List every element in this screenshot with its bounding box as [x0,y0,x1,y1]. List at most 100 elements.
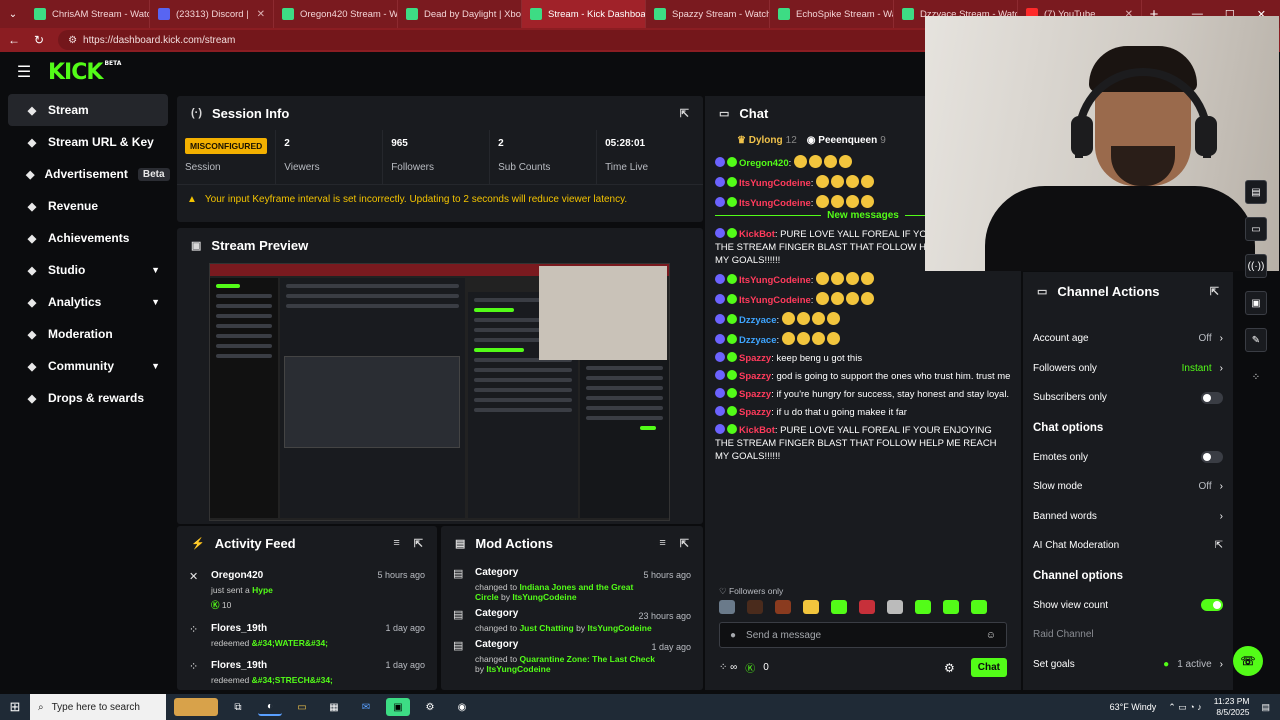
mail-icon[interactable]: ✉ [354,698,378,716]
gear-icon[interactable]: ⚙ [944,661,955,675]
edge-browser-icon[interactable]: ◐ [258,698,282,716]
stream-preview-video[interactable] [209,263,670,521]
sidebar-item-achievements[interactable]: ◆ Achievements [8,222,168,254]
browser-tab[interactable]: EchoSpike Stream - Wa✕ [770,0,894,28]
chat-send-button[interactable]: Chat [970,658,1007,677]
chat-username[interactable]: Spazzy [739,371,771,382]
sidebar-item-revenue[interactable]: ◆ Revenue [8,190,168,222]
sidebar-item-stream[interactable]: ◆ Stream [8,94,168,126]
emote[interactable] [887,600,903,614]
taskbar-search[interactable]: ⌕ Type here to search [30,694,166,720]
toggle-switch[interactable] [1201,451,1223,464]
chat-message[interactable]: Spazzy: god is going to support the ones… [715,370,1011,383]
activity-user[interactable]: Oregon420 [211,570,273,581]
emote[interactable] [775,600,791,614]
broadcast-icon[interactable]: ((·)) [1245,254,1267,278]
gifter-2[interactable]: ◉ Peeenqueen 9 [807,135,886,146]
chevron-right-icon[interactable]: › [1220,481,1223,492]
url-field[interactable]: ⚙ https://dashboard.kick.com/stream [58,30,939,50]
activity-item[interactable]: ⁘ Flores_19th redeemed &#34;WATER&#34; 1 da… [189,617,425,654]
mod-action-item[interactable]: ▤ Category changed to Quarantine Zone: The… [453,636,691,677]
chat-message[interactable]: Dzzyace: [715,332,1011,347]
popout-icon[interactable]: ⇱ [414,537,423,550]
mod-action-item[interactable]: ▤ Category changed to Indiana Jones and th… [453,564,691,605]
chat-settings-icon[interactable]: ● [730,630,736,641]
chevron-right-icon[interactable]: › [1220,511,1223,522]
back-arrow-icon[interactable]: ← [8,33,20,47]
chevron-down-icon[interactable]: ▼ [151,265,160,275]
activity-user[interactable]: Flores_19th [211,623,328,634]
chevron-right-icon[interactable]: › [1220,333,1223,344]
sidebar-item-studio[interactable]: ◆ Studio ▼ [8,254,168,286]
chat-username[interactable]: ItsYungCodeine [739,178,811,189]
browser-tab[interactable]: (23313) Discord | ✕ [150,0,274,28]
chat-username[interactable]: Dzzyace [739,335,777,346]
tab-menu-chevron-icon[interactable]: ⌄ [0,9,26,20]
windows-start-icon[interactable]: ⊞ [0,699,30,715]
chevron-down-icon[interactable]: ▼ [151,361,160,371]
activity-user[interactable]: Flores_19th [211,660,333,671]
store-icon[interactable]: ▦ [322,698,346,716]
chat-username[interactable]: Spazzy [739,389,771,400]
external-link-icon[interactable]: ⇱ [1215,540,1223,551]
chevron-down-icon[interactable]: ▼ [151,297,160,307]
wrench-icon[interactable]: ✎ [1245,328,1267,352]
stream-preview-icon[interactable]: ▣ [1245,291,1267,315]
browser-tab[interactable]: ChrisAM Stream - Watc✕ [26,0,150,28]
settings-icon[interactable]: ⚙ [418,698,442,716]
setting-row-set-goals[interactable]: Set goals ● 1 active › [1023,650,1233,680]
chat-username[interactable]: Oregon420 [739,158,789,169]
tray-icons[interactable]: ⌃ ▭ ◔ ♪ [1168,702,1201,713]
chat-username[interactable]: KickBot [739,229,775,240]
setting-row-banned-words[interactable]: Banned words › [1023,502,1233,532]
emote[interactable] [803,600,819,614]
chat-username[interactable]: Dzzyace [739,315,777,326]
sidebar-item-advertisement[interactable]: ◆ Advertisement Beta [8,158,170,190]
setting-row-subscribers-only[interactable]: Subscribers only [1023,383,1233,413]
kick-logo[interactable]: KICK BETA [48,60,121,85]
notifications-icon[interactable]: ▤ [1261,702,1270,713]
filter-icon[interactable]: ≡ [393,537,399,550]
toggle-switch[interactable] [1201,599,1223,612]
setting-row-show-view-count[interactable]: Show view count [1023,591,1233,621]
emote[interactable] [859,600,875,614]
panel-toggle-icon[interactable]: ▤ [1245,180,1267,204]
community-icon[interactable]: ⁘ [1245,365,1267,389]
filter-icon[interactable]: ≡ [659,537,665,550]
chat-username[interactable]: ItsYungCodeine [739,198,811,209]
tab-close-icon[interactable]: ✕ [257,9,265,20]
browser-tab[interactable]: Dead by Daylight | Xbo✕ [398,0,522,28]
chat-message[interactable]: Spazzy: keep beng u got this [715,352,1011,365]
browser-tab[interactable]: Spazzy Stream - Watch✕ [646,0,770,28]
emoji-icon[interactable]: ☺ [986,630,996,641]
app-icon[interactable]: ▣ [386,698,410,716]
popout-icon[interactable]: ⇱ [680,107,689,120]
chevron-right-icon[interactable]: › [1220,659,1223,670]
chat-bubble-icon[interactable]: ▭ [1245,217,1267,241]
task-view-icon[interactable]: ⧉ [226,698,250,716]
browser-tab[interactable]: Stream - Kick Dashboa✕ [522,0,646,28]
support-chat-button[interactable]: ☏ [1233,646,1263,676]
chevron-right-icon[interactable]: › [1220,363,1223,374]
setting-row-ai-chat-moderation[interactable]: AI Chat Moderation ⇱ [1023,531,1233,561]
emote[interactable] [915,600,931,614]
sidebar-item-community[interactable]: ◆ Community ▼ [8,350,168,382]
browser-tab[interactable]: Oregon420 Stream - W✕ [274,0,398,28]
chat-username[interactable]: Spazzy [739,407,771,418]
emote[interactable] [971,600,987,614]
chat-username[interactable]: KickBot [739,425,775,436]
chat-message[interactable]: Spazzy: if you're hungry for success, st… [715,388,1011,401]
setting-row-emotes-only[interactable]: Emotes only [1023,443,1233,473]
hamburger-menu-icon[interactable]: ☰ [0,62,48,82]
chat-message[interactable]: ItsYungCodeine: [715,292,1011,307]
chat-message[interactable]: ItsYungCodeine: [715,272,1011,287]
taskbar-news-icon[interactable] [174,698,218,716]
gifter-1[interactable]: ♛ Dylong 12 [737,135,797,146]
sidebar-item-moderation[interactable]: ◆ Moderation [8,318,168,350]
emote[interactable] [747,600,763,614]
clock[interactable]: 11:23 PM 8/5/2025 [1214,696,1250,718]
emote[interactable] [831,600,847,614]
chat-username[interactable]: Spazzy [739,353,771,364]
setting-row-slow-mode[interactable]: Slow mode Off › [1023,472,1233,502]
sidebar-item-stream-url-key[interactable]: ◆ Stream URL & Key [8,126,168,158]
